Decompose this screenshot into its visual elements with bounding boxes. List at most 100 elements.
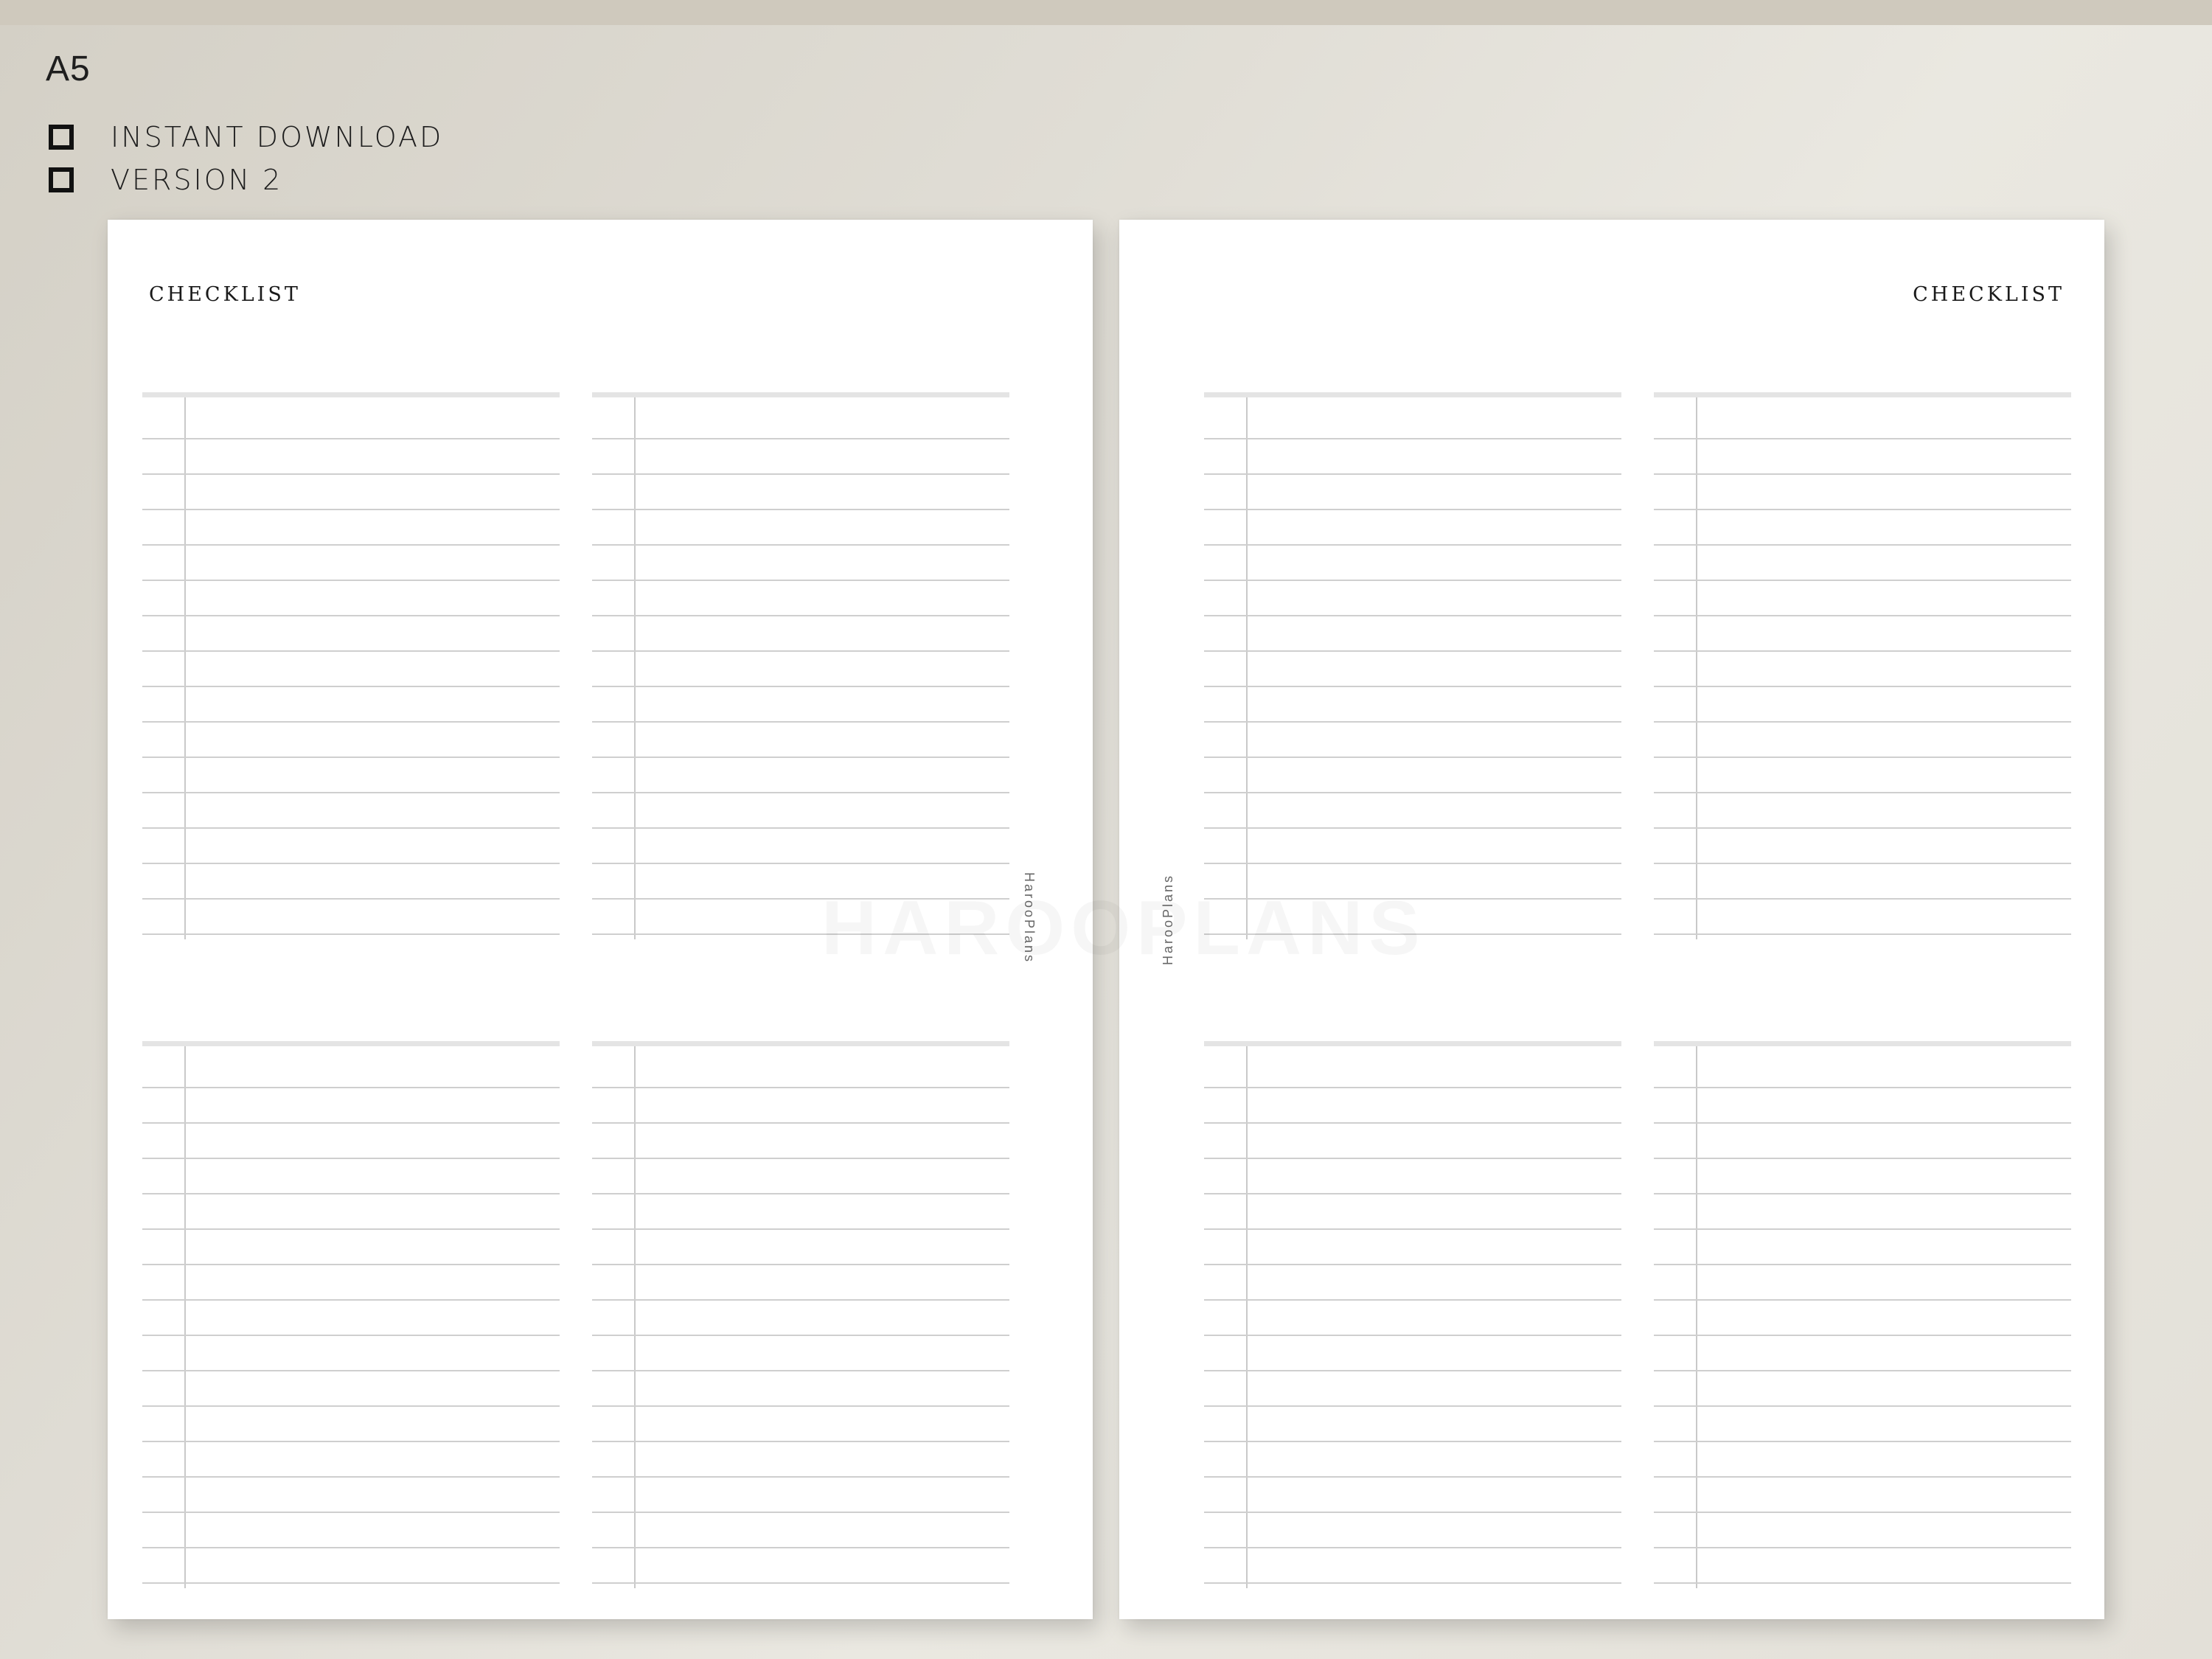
checklist-row-rule	[142, 1299, 560, 1301]
checklist-row-rule	[142, 1228, 560, 1230]
checklist-row-rule	[142, 1370, 560, 1371]
checklist-row-rule	[142, 792, 560, 793]
checklist-row-rule	[1654, 792, 2071, 793]
checklist-row-rule	[592, 615, 1009, 616]
checklist-row-rule	[142, 863, 560, 864]
checklist-row-rule	[1654, 1264, 2071, 1265]
checklist-row-rule	[142, 1441, 560, 1442]
page-title: CHECKLIST	[149, 283, 301, 306]
checklist-row-rule	[592, 580, 1009, 581]
checklist-block	[592, 392, 1009, 939]
checklist-row-rule	[592, 1087, 1009, 1088]
checklist-row-rule	[142, 1264, 560, 1265]
checklist-row-rule	[592, 1264, 1009, 1265]
checklist-row-rule	[1204, 863, 1621, 864]
checklist-row-rule	[592, 827, 1009, 829]
checklist-row-rule	[142, 1193, 560, 1194]
checklist-row-rule	[592, 863, 1009, 864]
checklist-row-rule	[592, 473, 1009, 475]
checklist-row-rule	[1204, 686, 1621, 687]
checklist-row-rule	[1204, 1582, 1621, 1584]
checklist-row-rule	[1654, 509, 2071, 510]
checklist-row-rule	[1204, 721, 1621, 723]
checklist-row-rule	[142, 1335, 560, 1336]
checklist-row-rule	[592, 650, 1009, 652]
checklist-row-rule	[592, 686, 1009, 687]
paper-size-label: A5	[46, 49, 91, 88]
checklist-row-rule	[592, 1335, 1009, 1336]
checklist-row-rule	[1204, 1441, 1621, 1442]
checklist-row-rule	[1204, 1228, 1621, 1230]
checklist-row-rule	[1204, 827, 1621, 829]
page-title: CHECKLIST	[1913, 283, 2065, 306]
checklist-row-rule	[142, 721, 560, 723]
feature-version: VERSION 2	[49, 164, 282, 196]
checkbox-column-divider	[1246, 397, 1248, 939]
checklist-row-rule	[142, 827, 560, 829]
checkbox-square-icon	[49, 125, 74, 150]
checklist-row-rule	[142, 580, 560, 581]
checkbox-column-divider	[634, 397, 636, 939]
checklist-block	[592, 1041, 1009, 1588]
checklist-row-rule	[1654, 650, 2071, 652]
checklist-row-rule	[142, 757, 560, 758]
checklist-row-rule	[592, 1299, 1009, 1301]
checklist-row-rule	[1204, 1193, 1621, 1194]
checklist-row-rule	[1204, 544, 1621, 546]
checklist-row-rule	[1204, 1264, 1621, 1265]
checklist-row-rule	[142, 509, 560, 510]
checklist-row-rule	[142, 1122, 560, 1124]
checklist-row-rule	[1654, 1547, 2071, 1548]
checklist-row-rule	[1654, 1299, 2071, 1301]
checklist-row-rule	[142, 1582, 560, 1584]
checklist-row-rule	[142, 473, 560, 475]
checklist-row-rule	[1204, 473, 1621, 475]
checklist-row-rule	[1654, 898, 2071, 900]
checklist-row-rule	[1654, 580, 2071, 581]
checklist-row-rule	[142, 438, 560, 439]
checklist-row-rule	[1204, 438, 1621, 439]
checklist-block	[142, 392, 560, 939]
checklist-row-rule	[1204, 615, 1621, 616]
checklist-row-rule	[142, 933, 560, 935]
checklist-row-rule	[592, 1512, 1009, 1513]
checklist-row-rule	[1654, 615, 2071, 616]
checklist-row-rule	[1204, 580, 1621, 581]
checklist-row-rule	[592, 721, 1009, 723]
checkbox-square-icon	[49, 167, 74, 192]
checklist-row-rule	[142, 650, 560, 652]
checklist-row-rule	[592, 1547, 1009, 1548]
checkbox-column-divider	[634, 1046, 636, 1588]
checklist-row-rule	[592, 544, 1009, 546]
checklist-row-rule	[592, 1370, 1009, 1371]
watermark: HAROOPLANS	[821, 885, 1426, 973]
checklist-row-rule	[1654, 933, 2071, 935]
checklist-block	[1204, 1041, 1621, 1588]
checklist-row-rule	[1654, 1370, 2071, 1371]
checklist-row-rule	[1204, 650, 1621, 652]
checklist-row-rule	[1204, 509, 1621, 510]
checklist-row-rule	[142, 686, 560, 687]
checklist-row-rule	[1204, 792, 1621, 793]
checklist-row-rule	[142, 898, 560, 900]
checklist-row-rule	[1654, 1193, 2071, 1194]
checklist-row-rule	[1204, 757, 1621, 758]
checklist-row-rule	[1654, 757, 2071, 758]
checklist-row-rule	[592, 1405, 1009, 1407]
checklist-row-rule	[1654, 473, 2071, 475]
checklist-row-rule	[142, 544, 560, 546]
feature-label: VERSION 2	[111, 164, 283, 196]
checklist-row-rule	[592, 1476, 1009, 1478]
checklist-row-rule	[1654, 1441, 2071, 1442]
checklist-block	[1204, 392, 1621, 939]
checklist-row-rule	[1654, 1512, 2071, 1513]
checklist-row-rule	[142, 1476, 560, 1478]
checklist-row-rule	[1204, 1335, 1621, 1336]
checklist-row-rule	[1204, 1087, 1621, 1088]
block-header-bar	[1204, 1041, 1621, 1046]
checklist-row-rule	[1654, 438, 2071, 439]
checkbox-column-divider	[1246, 1046, 1248, 1588]
checklist-row-rule	[142, 615, 560, 616]
block-header-bar	[1654, 1041, 2071, 1046]
checklist-row-rule	[592, 509, 1009, 510]
